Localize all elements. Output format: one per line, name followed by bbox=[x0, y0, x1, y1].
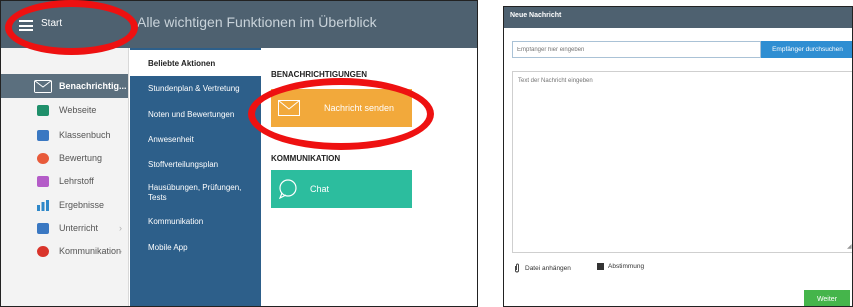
section-title-kommunikation: KOMMUNIKATION bbox=[271, 154, 341, 163]
chevron-right-icon: › bbox=[119, 223, 122, 233]
chevron-right-icon: › bbox=[119, 246, 122, 256]
dialog-title: Neue Nachricht bbox=[504, 7, 852, 28]
book-icon bbox=[37, 129, 49, 141]
next-button[interactable]: Weiter bbox=[804, 290, 850, 306]
chat-bubbles-icon bbox=[37, 245, 49, 257]
submenu-item-stoffverteilungsplan[interactable]: Stoffverteilungsplan bbox=[130, 160, 261, 170]
highlight-ring-send-message bbox=[248, 78, 434, 150]
poll-label: Abstimmung bbox=[608, 263, 645, 270]
sidebar-item-label: Unterricht bbox=[59, 223, 99, 233]
resize-grip-icon[interactable]: ◢ bbox=[847, 243, 852, 250]
paperclip-icon bbox=[515, 263, 519, 273]
chat-bubble-icon bbox=[278, 179, 297, 199]
submenu-item-kommunikation[interactable]: Kommunikation bbox=[130, 217, 261, 227]
attach-file-label: Datei anhängen bbox=[525, 264, 571, 272]
sidebar-item-label: Bewertung bbox=[59, 153, 103, 163]
sidebar-item-kommunikation[interactable]: Kommunikation › bbox=[1, 239, 128, 263]
sidebar-item-label: Webseite bbox=[59, 105, 97, 115]
poll-icon bbox=[597, 263, 604, 270]
chat-tile[interactable]: Chat bbox=[271, 170, 412, 208]
sidebar-item-label: Klassenbuch bbox=[59, 130, 111, 140]
submenu-item-noten[interactable]: Noten und Bewertungen bbox=[130, 110, 261, 120]
submenu-item-anwesenheit[interactable]: Anwesenheit bbox=[130, 135, 261, 145]
sidebar-item-webseite[interactable]: Webseite bbox=[1, 98, 128, 122]
sidebar-item-klassenbuch[interactable]: Klassenbuch bbox=[1, 123, 128, 147]
envelope-icon bbox=[34, 79, 52, 93]
sidebar-item-bewertung[interactable]: Bewertung bbox=[1, 146, 128, 170]
submenu-item-mobile-app[interactable]: Mobile App bbox=[130, 243, 261, 253]
sidebar-item-label: Lehrstoff bbox=[59, 176, 94, 186]
browse-recipients-button[interactable]: Empfänger durchsuchen bbox=[761, 41, 852, 58]
message-textarea[interactable] bbox=[512, 71, 852, 253]
house-icon bbox=[37, 104, 49, 116]
poll-button[interactable]: Abstimmung bbox=[597, 263, 644, 270]
sidebar: Benachrichtig... Webseite Klassenbuch Be… bbox=[1, 48, 129, 306]
recipient-input[interactable] bbox=[512, 41, 761, 58]
submenu-item-beliebte-aktionen[interactable]: Beliebte Aktionen bbox=[130, 50, 261, 76]
sidebar-item-label: Ergebnisse bbox=[59, 200, 105, 210]
sidebar-item-label: Benachrichtig... bbox=[59, 81, 127, 91]
submenu-panel: Beliebte Aktionen Stundenplan & Vertretu… bbox=[130, 48, 261, 306]
class-icon bbox=[37, 222, 49, 234]
highlight-ring-start bbox=[5, 0, 138, 55]
submenu-item-hausuebungen[interactable]: Hausübungen, Prüfungen, Tests bbox=[130, 183, 242, 203]
folder-icon bbox=[37, 175, 49, 187]
bar-chart-icon bbox=[37, 199, 49, 211]
overview-subtitle: Alle wichtigen Funktionen im Überblick bbox=[137, 14, 377, 30]
sidebar-item-label: Kommunikation bbox=[59, 246, 122, 256]
tile-label: Chat bbox=[310, 184, 330, 194]
grade-icon bbox=[37, 152, 49, 164]
sidebar-item-ergebnisse[interactable]: Ergebnisse bbox=[1, 193, 128, 217]
sidebar-item-unterricht[interactable]: Unterricht › bbox=[1, 216, 128, 240]
sidebar-item-lehrstoff[interactable]: Lehrstoff bbox=[1, 169, 128, 193]
submenu-item-stundenplan[interactable]: Stundenplan & Vertretung bbox=[130, 84, 261, 94]
new-message-dialog: Neue Nachricht Empfänger durchsuchen ◢ D… bbox=[503, 6, 853, 307]
sidebar-item-benachrichtigungen[interactable]: Benachrichtig... bbox=[1, 74, 128, 98]
attach-file-button[interactable]: Datei anhängen bbox=[514, 263, 571, 273]
